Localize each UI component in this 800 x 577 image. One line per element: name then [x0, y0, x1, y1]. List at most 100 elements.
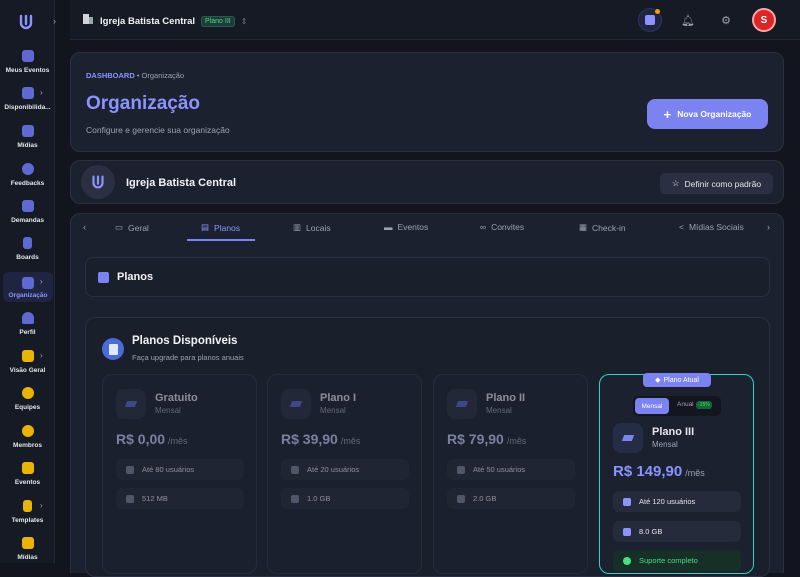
tab-locais[interactable]: ▥ Locais [293, 222, 331, 233]
plan-feature-storage: 8.0 GB [613, 521, 741, 542]
plan-period: Mensal [320, 406, 346, 415]
list-icon [98, 272, 109, 283]
users-icon [126, 465, 134, 474]
board-icon [23, 237, 32, 249]
tab-convites[interactable]: ∞ Convites [480, 222, 524, 232]
plan-badge: Plano III [201, 15, 235, 27]
plan-name: Plano II [486, 392, 526, 404]
tab-planos[interactable]: ▤ Planos [201, 222, 240, 233]
current-plan-badge: ◆ Plano Atual [643, 373, 711, 387]
media-icon [21, 125, 34, 137]
chevron-updown-icon: ⇕ [240, 16, 248, 26]
calendar-clock-icon [21, 87, 34, 99]
section-title: Planos [117, 271, 154, 283]
tab-bar: ‹ ▭ Geral ▤ Planos ▥ Locais ▬ Eventos ∞ Convi… [71, 214, 785, 242]
toggle-monthly[interactable]: Mensal [635, 398, 669, 414]
plan-price: R$ 79,90/mês [447, 431, 526, 447]
page-subtitle: Configure e gerencie sua organização [86, 125, 230, 135]
user-avatar[interactable]: S [752, 8, 776, 32]
tab-check-in[interactable]: ▦ Check-in [579, 222, 626, 233]
page-header-card: DASHBOARD • Organização Organização Conf… [70, 52, 784, 152]
sidebar: › Meus Eventos › Disponibilida... Mídias … [0, 0, 56, 563]
tab-label: Geral [128, 222, 149, 233]
calendar-icon [21, 50, 34, 62]
tab-eventos[interactable]: ▬ Eventos [384, 222, 428, 232]
tab-geral[interactable]: ▭ Geral [115, 222, 149, 233]
feature-label: Até 80 usuários [142, 465, 195, 474]
tab-midias-sociais[interactable]: < Mídias Sociais [679, 222, 744, 232]
users-icon [291, 465, 299, 474]
sidebar-item-visao-geral[interactable]: › Visão Geral [0, 350, 55, 384]
topbar: Igreja Batista Central Plano III ⇕ 🔔︎ ⚙ … [70, 0, 800, 40]
section-header: Planos [85, 257, 770, 297]
headset-icon [623, 556, 631, 565]
plan-feature-storage: 512 MB [116, 488, 244, 509]
feature-label: 8.0 GB [639, 527, 663, 536]
set-default-button[interactable]: ☆ Definir como padrão [660, 173, 773, 194]
sidebar-item-midias-2[interactable]: Mídias [0, 537, 55, 571]
org-details-card: ‹ ▭ Geral ▤ Planos ▥ Locais ▬ Eventos ∞ Convi… [70, 213, 785, 577]
plan-icon [281, 389, 311, 419]
bell-button[interactable]: 🔔︎ [676, 8, 700, 32]
breadcrumb-root[interactable]: DASHBOARD [86, 71, 135, 80]
plan-icon [613, 423, 643, 453]
billing-toggle[interactable]: Mensal Anual -15% [633, 396, 721, 416]
feature-label: Até 120 usuários [639, 497, 696, 506]
expand-sidebar-icon[interactable]: › [53, 16, 56, 26]
sidebar-item-organizacao[interactable]: › Organização [3, 272, 53, 302]
gear-icon: ⚙ [721, 14, 731, 27]
plan-period: Mensal [486, 406, 512, 415]
plan-feature-users: Até 20 usuários [281, 459, 409, 480]
price-per: /mês [168, 436, 188, 446]
new-organization-button[interactable]: + Nova Organização [647, 99, 768, 129]
sidebar-item-eventos[interactable]: Eventos [0, 462, 55, 496]
new-organization-label: Nova Organização [677, 109, 752, 119]
plan-feature-users: Até 50 usuários [447, 459, 575, 480]
building-icon [22, 277, 34, 289]
plan-card-plano-ii: Plano II Mensal R$ 79,90/mês Até 50 usuá… [433, 374, 588, 574]
id-card-icon: ▭ [115, 222, 124, 232]
sidebar-item-equipes[interactable]: Equipes [0, 387, 55, 421]
org-switcher[interactable]: Igreja Batista Central Plano III ⇕ [82, 12, 247, 30]
active-tab-indicator [187, 239, 255, 241]
share-icon: < [679, 222, 684, 232]
plan-period: Mensal [155, 406, 181, 415]
sidebar-item-midias[interactable]: Mídias [0, 125, 55, 159]
feature-label: Até 50 usuários [473, 465, 526, 474]
available-plans: Planos Disponíveis Faça upgrade para pla… [85, 317, 770, 577]
badge-icon: ◆ [655, 377, 661, 384]
sidebar-item-demandas[interactable]: Demandas [0, 200, 55, 234]
price-per: /mês [685, 468, 705, 478]
plan-feature-storage: 1.0 GB [281, 488, 409, 509]
sidebar-item-boards[interactable]: Boards [0, 237, 55, 271]
plus-icon: + [663, 106, 672, 122]
sidebar-item-perfil[interactable]: Perfil [0, 312, 55, 346]
plan-icon [447, 389, 477, 419]
plan-price: R$ 39,90/mês [281, 431, 360, 447]
sidebar-item-disponibilidade[interactable]: › Disponibilida... [0, 87, 55, 121]
user-icon [21, 312, 34, 324]
plan-card-plano-i: Plano I Mensal R$ 39,90/mês Até 20 usuár… [267, 374, 422, 574]
discount-badge: -15% [696, 401, 712, 409]
tab-label: Convites [491, 222, 525, 232]
building-icon: ▥ [293, 222, 302, 232]
sidebar-item-meus-eventos[interactable]: Meus Eventos [0, 50, 55, 84]
sidebar-item-feedbacks[interactable]: Feedbacks [0, 163, 55, 197]
sidebar-item-templates[interactable]: › Templates [0, 500, 55, 534]
tab-scroll-right-icon[interactable]: › [767, 222, 770, 232]
tab-scroll-left-icon[interactable]: ‹ [83, 222, 86, 232]
app-logo[interactable] [12, 8, 40, 36]
toggle-annual[interactable]: Anual [677, 401, 694, 408]
database-icon [457, 494, 465, 503]
sidebar-item-membros[interactable]: Membros [0, 425, 55, 459]
plan-feature-users: Até 120 usuários [613, 491, 741, 512]
folder-icon [21, 537, 34, 549]
team-icon [21, 387, 34, 399]
bell-icon: 🔔︎ [681, 14, 695, 27]
chevron-right-icon: › [40, 88, 43, 97]
tasks-button[interactable] [638, 8, 662, 32]
users-icon [457, 465, 465, 474]
chevron-right-icon: › [40, 277, 43, 286]
settings-button[interactable]: ⚙ [714, 8, 738, 32]
feature-label: Até 20 usuários [307, 465, 360, 474]
